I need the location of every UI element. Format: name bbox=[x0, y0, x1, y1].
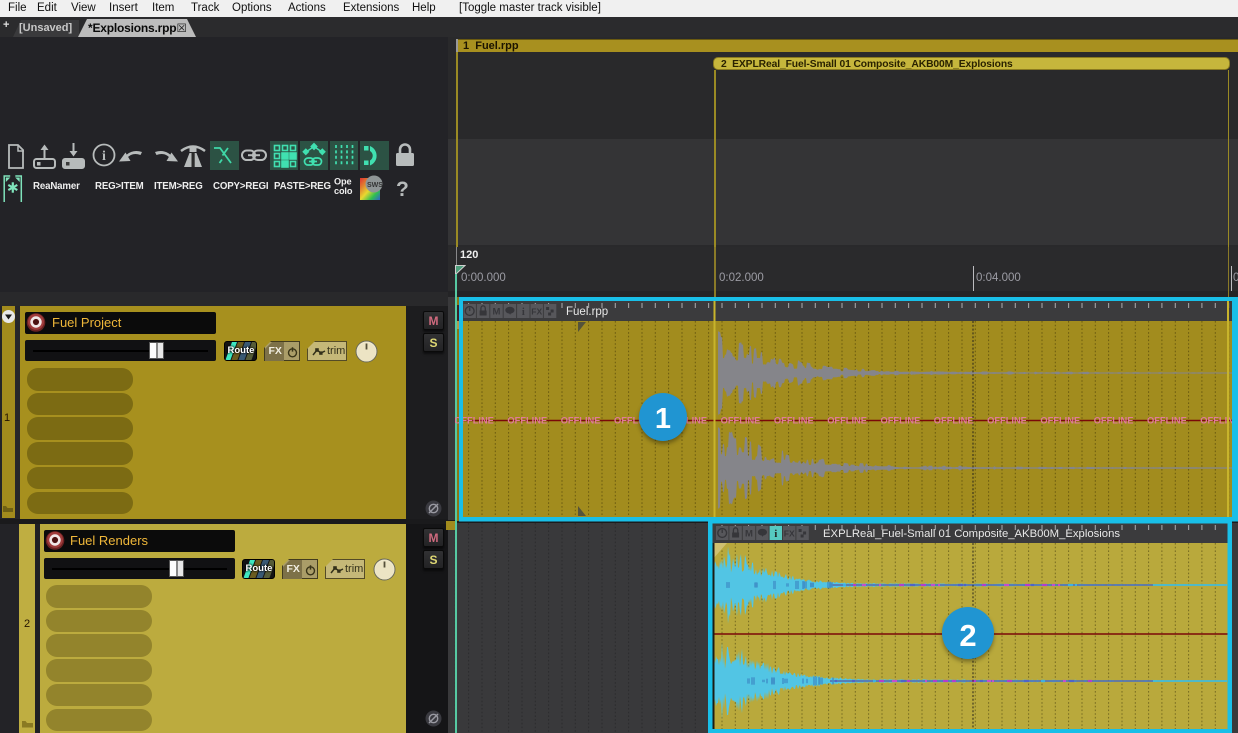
svg-text:COPY>REGI: COPY>REGI bbox=[213, 181, 269, 192]
svg-text:colo: colo bbox=[334, 186, 353, 196]
svg-text:M: M bbox=[493, 307, 501, 318]
svg-text:M: M bbox=[745, 529, 753, 540]
svg-text:SWS: SWS bbox=[367, 182, 383, 189]
svg-text:i: i bbox=[774, 529, 777, 540]
svg-text:Ope: Ope bbox=[334, 177, 351, 187]
svg-text:OFFLINE: OFFLINE bbox=[934, 416, 974, 426]
svg-text:i: i bbox=[102, 149, 106, 164]
svg-text:OFFLINE: OFFLINE bbox=[987, 416, 1027, 426]
svg-text:ITEM>REG: ITEM>REG bbox=[154, 181, 203, 192]
svg-text:REG>ITEM: REG>ITEM bbox=[95, 181, 144, 192]
svg-text:OFFLINE: OFFLINE bbox=[721, 416, 761, 426]
svg-text:Fuel.rpp: Fuel.rpp bbox=[566, 306, 608, 318]
svg-text:OFFLINE: OFFLINE bbox=[1040, 416, 1080, 426]
svg-text:OFFLINE: OFFLINE bbox=[827, 416, 867, 426]
svg-text:FX: FX bbox=[784, 528, 795, 538]
svg-text:OFFLINE: OFFLINE bbox=[1094, 416, 1134, 426]
svg-text:OFFLINE: OFFLINE bbox=[561, 416, 601, 426]
svg-text:PASTE>REG: PASTE>REG bbox=[274, 181, 331, 192]
svg-text:OFFLINE: OFFLINE bbox=[881, 416, 921, 426]
svg-text:OFFLINE: OFFLINE bbox=[1147, 416, 1187, 426]
svg-text:ReaNamer: ReaNamer bbox=[33, 181, 80, 192]
svg-text:EXPLReal_Fuel-Small 01 Composi: EXPLReal_Fuel-Small 01 Composite_AKB00M_… bbox=[823, 528, 1120, 540]
svg-text:?: ? bbox=[396, 178, 409, 201]
svg-text:OFFLINE: OFFLINE bbox=[507, 416, 547, 426]
svg-text:OFFLINE: OFFLINE bbox=[774, 416, 814, 426]
svg-text:FX: FX bbox=[531, 306, 542, 316]
svg-text:i: i bbox=[522, 307, 525, 318]
